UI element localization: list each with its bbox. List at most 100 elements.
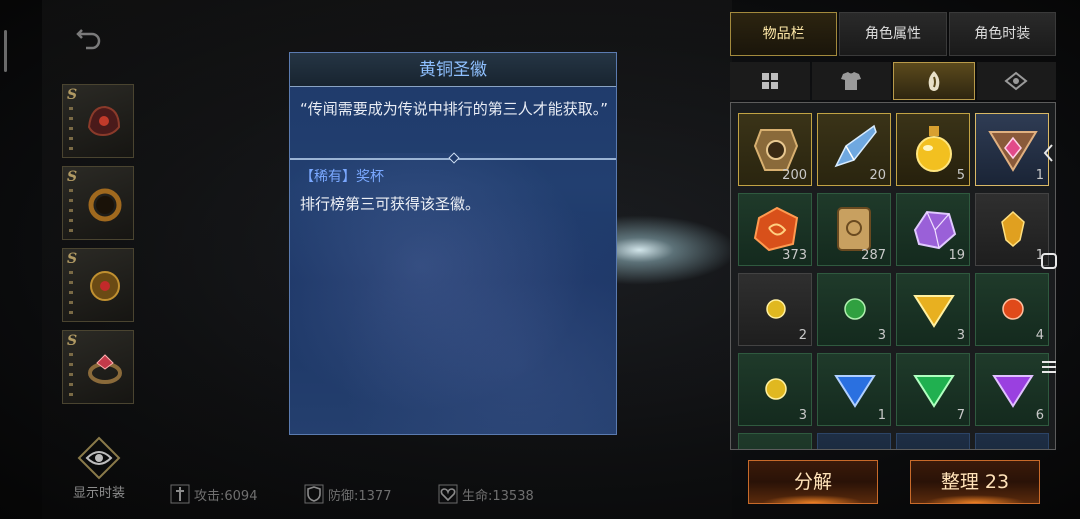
- item-quantity: 5: [956, 168, 965, 183]
- red-orb-icon: [1002, 298, 1024, 320]
- item-quantity: 1: [1035, 168, 1044, 183]
- item-quantity: 20: [869, 168, 886, 183]
- misc-icon: [1004, 71, 1028, 91]
- hp-stat: 生命:13538: [438, 484, 534, 504]
- nav-menu-icon[interactable]: [1036, 354, 1062, 380]
- dragon-helm-icon: [87, 105, 121, 137]
- back-arrow-icon[interactable]: [72, 18, 106, 52]
- item-quantity: 373: [782, 248, 807, 263]
- tooltip-description: 排行榜第三可获得该圣徽。: [300, 195, 481, 213]
- item-quantity: 200: [782, 168, 807, 183]
- item-quantity: 1: [877, 408, 886, 423]
- tooltip-title: 黄铜圣徽: [419, 60, 487, 80]
- gem-ring-icon: [88, 354, 122, 384]
- item-quantity: 3: [956, 328, 965, 343]
- decompose-button[interactable]: 分解: [748, 460, 878, 504]
- inventory-item[interactable]: 7: [896, 353, 970, 426]
- enhance-dots: [69, 189, 73, 233]
- green-orb-icon: [844, 298, 866, 320]
- tooltip-rarity: 【稀有】奖杯: [300, 169, 384, 185]
- shield-icon: [304, 484, 324, 504]
- filter-misc[interactable]: [976, 62, 1056, 100]
- defense-stat: 防御:1377: [304, 484, 391, 504]
- inventory-item[interactable]: [975, 433, 1049, 449]
- show-fashion-label: 显示时装: [72, 486, 125, 501]
- item-quantity: 4: [1035, 328, 1044, 343]
- inventory-item[interactable]: 1: [817, 353, 891, 426]
- filter-materials[interactable]: [893, 62, 975, 100]
- eye-icon: [77, 436, 121, 480]
- material-icon: [928, 71, 940, 91]
- enhance-dots: [69, 271, 73, 315]
- inventory-item[interactable]: 200: [738, 113, 812, 186]
- enhance-dots: [69, 107, 73, 151]
- edge-handle: [4, 30, 7, 72]
- yellow-orb-icon: [765, 378, 787, 400]
- grade-badge: S: [67, 169, 78, 185]
- filter-equipment[interactable]: [811, 62, 891, 100]
- tooltip-quote: “传闻需要成为传说中排行的第三人才能获取。”: [300, 100, 609, 118]
- item-quantity: 2: [798, 328, 807, 343]
- ring-icon: [88, 188, 122, 222]
- inventory-item[interactable]: 4: [975, 273, 1049, 346]
- inventory-grid: 200 20 5 1 373 287 19 1 2 3 3 4 3 1 7 6: [730, 102, 1056, 450]
- inventory-item[interactable]: [738, 433, 812, 449]
- item-quantity: 19: [948, 248, 965, 263]
- attack-value: 攻击:6094: [194, 488, 258, 504]
- tooltip-header: 黄铜圣徽: [290, 53, 616, 87]
- sword-icon: [170, 484, 190, 504]
- filter-all[interactable]: [730, 62, 810, 100]
- inventory-item[interactable]: 3: [738, 353, 812, 426]
- item-quantity: 3: [877, 328, 886, 343]
- yellow-triangle-gem-icon: [913, 295, 955, 328]
- inventory-item[interactable]: 373: [738, 193, 812, 266]
- inventory-item[interactable]: 3: [896, 273, 970, 346]
- inventory-item[interactable]: 287: [817, 193, 891, 266]
- equip-slot-orb[interactable]: S: [62, 248, 134, 322]
- item-quantity: 3: [798, 408, 807, 423]
- inventory-item[interactable]: 20: [817, 113, 891, 186]
- tab-fashion[interactable]: 角色时装: [948, 12, 1056, 56]
- equip-slot-ring[interactable]: S: [62, 166, 134, 240]
- tab-attributes[interactable]: 角色属性: [839, 12, 947, 56]
- grade-badge: S: [67, 251, 78, 267]
- equip-slot-gem-ring[interactable]: S: [62, 330, 134, 404]
- grade-badge: S: [67, 87, 78, 103]
- potion-icon: [916, 126, 952, 172]
- inventory-item[interactable]: [896, 433, 970, 449]
- item-quantity: 287: [861, 248, 886, 263]
- enhance-dots: [69, 353, 73, 397]
- heart-icon: [438, 484, 458, 504]
- inventory-filter-tabs: [730, 62, 1056, 100]
- nav-back-icon[interactable]: [1036, 140, 1062, 166]
- hp-value: 生命:13538: [462, 488, 534, 504]
- grid-icon: [761, 73, 778, 89]
- orb-icon: [90, 271, 120, 301]
- armor-icon: [841, 72, 862, 90]
- inventory-item[interactable]: 2: [738, 273, 812, 346]
- show-fashion-toggle[interactable]: 显示时装: [66, 436, 132, 501]
- topaz-icon: [1001, 210, 1025, 247]
- purple-triangle-gem-icon: [992, 375, 1034, 408]
- brass-emblem-icon: [988, 131, 1038, 172]
- item-quantity: 6: [1035, 408, 1044, 423]
- blue-triangle-gem-icon: [834, 375, 876, 408]
- tooltip-divider: [290, 152, 616, 164]
- green-triangle-gem-icon: [913, 375, 955, 408]
- organize-button[interactable]: 整理 23: [910, 460, 1040, 504]
- item-quantity: 7: [956, 408, 965, 423]
- yellow-orb-icon: [766, 299, 786, 319]
- selection-beam: [615, 215, 737, 285]
- inventory-item[interactable]: [817, 433, 891, 449]
- inventory-item[interactable]: 5: [896, 113, 970, 186]
- nav-home-icon[interactable]: [1036, 248, 1062, 274]
- tab-inventory[interactable]: 物品栏: [730, 12, 838, 56]
- defense-value: 防御:1377: [328, 488, 392, 504]
- panel-tabs: 物品栏 角色属性 角色时装: [730, 12, 1056, 56]
- grade-badge: S: [67, 333, 78, 349]
- item-tooltip: 黄铜圣徽 “传闻需要成为传说中排行的第三人才能获取。” 【稀有】奖杯 排行榜第三…: [289, 52, 617, 435]
- equip-slot-helmet[interactable]: S: [62, 84, 134, 158]
- inventory-item[interactable]: 19: [896, 193, 970, 266]
- inventory-item[interactable]: 3: [817, 273, 891, 346]
- attack-stat: 攻击:6094: [170, 484, 257, 504]
